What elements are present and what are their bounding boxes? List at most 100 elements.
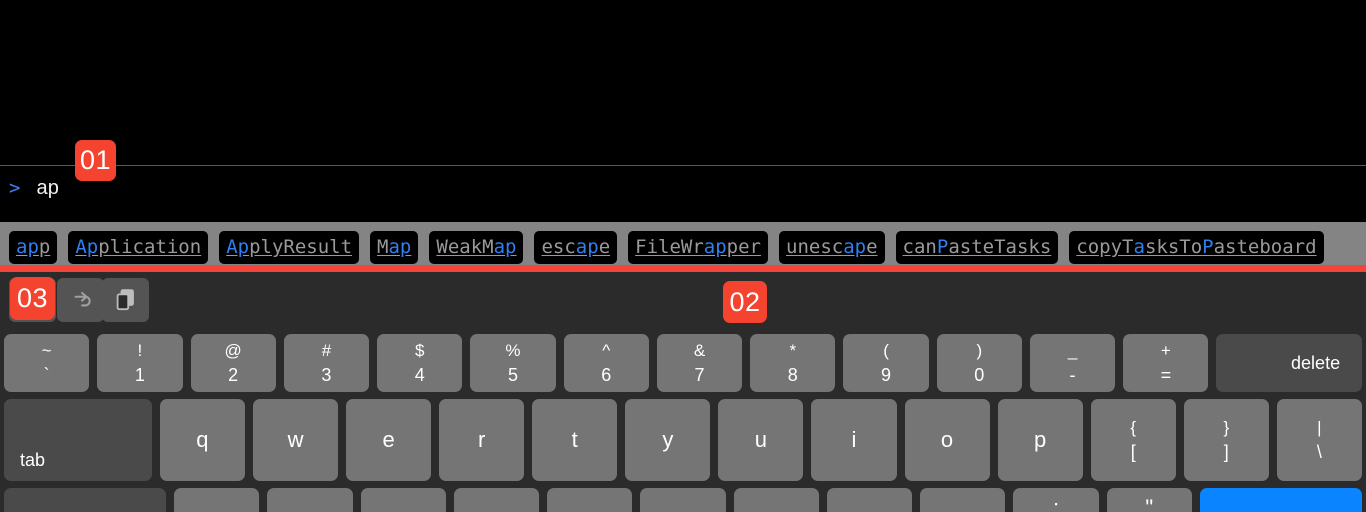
key-label: [	[1130, 442, 1136, 462]
paste-button[interactable]	[102, 278, 149, 322]
keyboard-key[interactable]: i	[811, 399, 897, 481]
key-label: 6	[601, 365, 612, 385]
key-label-shifted: )	[976, 341, 983, 360]
keyboard-key[interactable]	[826, 488, 913, 512]
key-label: tab	[20, 450, 46, 470]
key-label: ]	[1223, 442, 1229, 462]
key-label: 7	[694, 365, 705, 385]
keyboard-key[interactable]	[920, 488, 1006, 512]
console-separator	[0, 165, 1366, 166]
keyboard-key[interactable]: tab	[4, 399, 152, 481]
keyboard-key[interactable]: {[	[1090, 399, 1176, 481]
key-label: u	[754, 427, 768, 452]
key-label: q	[196, 427, 209, 452]
keyboard-key[interactable]	[267, 488, 353, 512]
keyboard-key[interactable]: }]	[1183, 399, 1269, 481]
key-label: 2	[228, 365, 239, 385]
key-label-shifted: *	[789, 341, 797, 360]
keyboard-key[interactable]	[1199, 488, 1362, 512]
keyboard-key[interactable]: ;	[1013, 488, 1099, 512]
key-label: 5	[507, 365, 518, 385]
redo-arrow-icon	[68, 287, 94, 313]
keyboard-key[interactable]: * 8	[750, 334, 836, 392]
onscreen-keyboard[interactable]: ~ `! 1 @2 #3 $4% 5 ^ 6 & 7 * 8(9) 0 _ - + = delete tab q w e r…	[0, 327, 1366, 512]
suggestion-label: canPasteTasks	[902, 236, 1052, 258]
keyboard-key[interactable]: q	[159, 399, 245, 481]
key-label: `	[43, 365, 50, 385]
console-prompt-line[interactable]: > ap	[0, 172, 1366, 204]
key-label: y	[662, 427, 674, 452]
console-input-value[interactable]: ap	[36, 177, 59, 200]
keyboard-key[interactable]: ~ `	[4, 334, 90, 392]
key-label-shifted: #	[321, 341, 332, 360]
keyboard-key[interactable]	[640, 488, 726, 512]
keyboard-key[interactable]: @2	[190, 334, 276, 392]
key-label: r	[478, 427, 486, 452]
keyboard-key[interactable]: ) 0	[936, 334, 1022, 392]
suggestion-label: WeakMap	[436, 236, 517, 258]
key-label: -	[1069, 365, 1076, 385]
keyboard-key[interactable]: p	[997, 399, 1083, 481]
key-label-shifted: _	[1067, 341, 1078, 360]
keyboard-row-home: ; "	[0, 488, 1366, 512]
key-label: 1	[134, 365, 145, 385]
keyboard-key[interactable]: u	[718, 399, 804, 481]
suggestion-pill[interactable]: Application	[68, 231, 209, 264]
keyboard-key[interactable]: ^ 6	[563, 334, 649, 392]
keyboard-key[interactable]: $4	[377, 334, 463, 392]
key-label-shifted: ~	[41, 341, 52, 360]
keyboard-key[interactable]: e	[346, 399, 432, 481]
keyboard-key[interactable]: r	[439, 399, 525, 481]
keyboard-key[interactable]: y	[625, 399, 711, 481]
keyboard-key[interactable]: t	[532, 399, 618, 481]
key-label: w	[287, 427, 304, 452]
keyboard-key[interactable]: ! 1	[97, 334, 183, 392]
keyboard-key[interactable]	[174, 488, 260, 512]
keyboard-key[interactable]	[453, 488, 540, 512]
keyboard-key[interactable]: w	[252, 399, 339, 481]
suggestion-pill[interactable]: app	[9, 231, 58, 264]
key-label-shifted: }	[1223, 418, 1230, 437]
app-screen: > ap app Application ApplyResult Map WeakMap…	[0, 0, 1366, 512]
suggestion-label: FileWrapper	[635, 236, 761, 258]
keyboard-key[interactable]: _ -	[1029, 334, 1116, 392]
keyboard-key[interactable]: & 7	[656, 334, 743, 392]
key-label: "	[1145, 495, 1154, 512]
suggestion-label: escape	[541, 236, 611, 258]
suggestion-pill[interactable]: unescape	[779, 231, 885, 264]
suggestion-pill[interactable]: FileWrapper	[628, 231, 768, 264]
keyboard-key[interactable]: (9	[843, 334, 929, 392]
keyboard-key[interactable]: #3	[283, 334, 370, 392]
keyboard-key[interactable]	[360, 488, 446, 512]
suggestion-pill[interactable]: canPasteTasks	[895, 231, 1059, 264]
keyboard-key[interactable]	[547, 488, 633, 512]
key-label-shifted: +	[1160, 341, 1171, 360]
key-label: \	[1316, 442, 1322, 462]
suggestion-label: Application	[75, 236, 202, 258]
redo-button[interactable]	[57, 278, 104, 322]
keyboard-key[interactable]: o	[904, 399, 990, 481]
console-area: > ap	[0, 0, 1366, 222]
suggestion-label: unescape	[786, 236, 878, 258]
keyboard-key[interactable]	[733, 488, 819, 512]
key-label: i	[851, 427, 857, 452]
keyboard-key[interactable]	[4, 488, 167, 512]
keyboard-key[interactable]: % 5	[470, 334, 556, 392]
key-label-shifted: &	[693, 341, 706, 360]
prompt-chevron-icon: >	[9, 177, 21, 199]
key-label: 0	[974, 365, 985, 385]
keyboard-key[interactable]: delete	[1216, 334, 1363, 392]
key-label: =	[1160, 365, 1172, 385]
suggestion-pill[interactable]: escape	[534, 231, 618, 264]
annotation-badge-01: 01	[75, 140, 116, 181]
suggestion-pill[interactable]: Map	[370, 231, 419, 264]
annotation-badge-02: 02	[723, 281, 767, 323]
key-label: delete	[1291, 353, 1341, 373]
suggestion-pill[interactable]: ApplyResult	[219, 231, 360, 264]
keyboard-key[interactable]: "	[1106, 488, 1192, 512]
suggestion-label: ApplyResult	[226, 236, 353, 258]
keyboard-key[interactable]: + =	[1123, 334, 1209, 392]
keyboard-key[interactable]: | \	[1276, 399, 1362, 481]
suggestion-pill[interactable]: WeakMap	[429, 231, 524, 264]
suggestion-pill[interactable]: copyTasksToPasteboard	[1069, 231, 1324, 264]
